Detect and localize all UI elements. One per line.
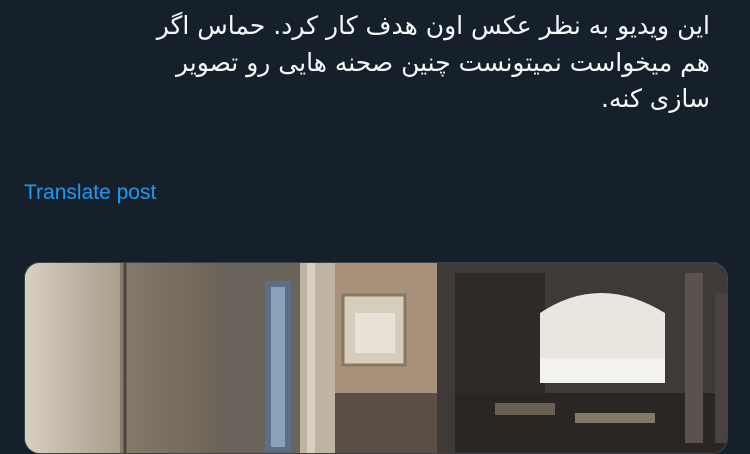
post-text-line-2: هم میخواست نمیتونست چنین صحنه هایی رو تص… [175,47,710,77]
post-text: این ویدیو به نظر عکس اون هدف کار کرد. حم… [40,8,710,118]
post-text-line-1: این ویدیو به نظر عکس اون هدف کار کرد. حم… [156,11,710,40]
destroyed-room-photo [25,263,727,453]
post-media-image[interactable] [24,262,728,454]
translate-post-link[interactable]: Translate post [24,181,156,205]
post-text-line-3: سازی کنه. [601,84,710,113]
